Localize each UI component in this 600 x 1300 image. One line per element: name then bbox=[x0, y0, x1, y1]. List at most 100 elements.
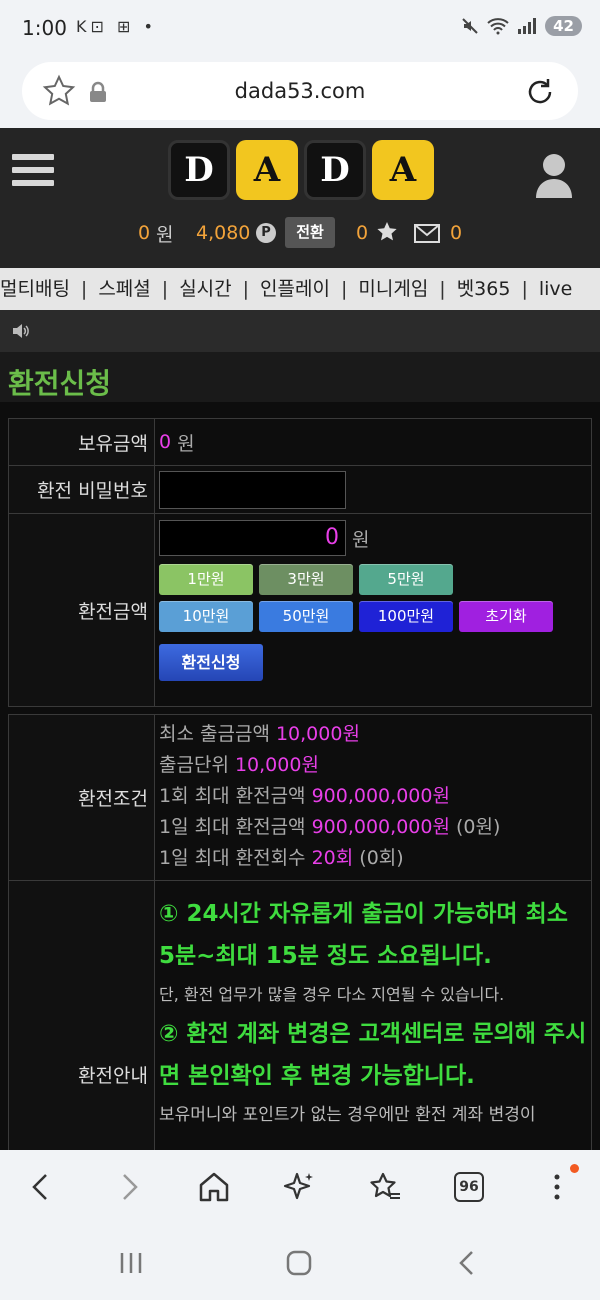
guide-label: 환전안내 bbox=[9, 881, 155, 1150]
home-button-icon[interactable] bbox=[285, 1249, 313, 1277]
status-time: 1:00 bbox=[22, 16, 67, 40]
account-info-row: 0 원 4,080 P 전환 0 0 bbox=[0, 216, 600, 250]
nav-item-live-sports[interactable]: 실시간 bbox=[179, 268, 231, 310]
speaker-icon bbox=[13, 324, 29, 338]
nav-separator: | bbox=[439, 278, 446, 300]
password-row: 환전 비밀번호 bbox=[9, 466, 591, 514]
amount-buttons-row-1: 1만원 3만원 5만원 bbox=[159, 564, 587, 595]
home-icon[interactable] bbox=[197, 1170, 231, 1204]
logo-letter: D bbox=[304, 140, 366, 200]
status-notification-icons: K⊡ ⊞ • bbox=[76, 17, 157, 36]
conditions-label: 환전조건 bbox=[9, 715, 155, 880]
menu-icon[interactable] bbox=[12, 154, 54, 194]
password-cell bbox=[155, 466, 591, 513]
reload-icon[interactable] bbox=[524, 76, 556, 108]
withdraw-info-table: 환전조건 최소 출금금액 10,000원 출금단위 10,000원 1회 최대 … bbox=[8, 714, 592, 1150]
url-bar[interactable]: dada53.com bbox=[22, 62, 578, 120]
forward-icon[interactable] bbox=[112, 1170, 146, 1204]
bookmarks-icon[interactable] bbox=[368, 1170, 402, 1204]
balance-row: 보유금액 0 원 bbox=[9, 419, 591, 466]
conditions-cell: 최소 출금금액 10,000원 출금단위 10,000원 1회 최대 환전금액 … bbox=[155, 715, 591, 880]
nav-item-special[interactable]: 스페셜 bbox=[98, 268, 150, 310]
recents-icon[interactable] bbox=[118, 1250, 144, 1276]
logo-letter: D bbox=[168, 140, 230, 200]
condition-line: 최소 출금금액 10,000원 bbox=[159, 723, 360, 745]
conditions-row: 환전조건 최소 출금금액 10,000원 출금단위 10,000원 1회 최대 … bbox=[9, 715, 591, 881]
browser-toolbar: 96 bbox=[0, 1150, 600, 1230]
guide-paragraph-1: ① 24시간 자유롭게 출금이 가능하며 최소 5분~최대 15분 정도 소요됩… bbox=[159, 901, 568, 969]
system-back-icon[interactable] bbox=[455, 1249, 479, 1277]
site-header: D A D A 0 원 4,080 P 전환 0 0 bbox=[0, 128, 600, 268]
nav-item-inplay[interactable]: 인플레이 bbox=[260, 268, 330, 310]
condition-line: 1일 최대 환전회수 20회 (0회) bbox=[159, 847, 404, 869]
balance-label: 보유금액 bbox=[9, 419, 155, 465]
amount-row: 환전금액 0원 1만원 3만원 5만원 10만원 50만원 100만원 초기화 … bbox=[9, 514, 591, 706]
tabs-icon[interactable]: 96 bbox=[454, 1172, 484, 1202]
amount-label: 환전금액 bbox=[9, 514, 155, 706]
submit-withdraw-button[interactable]: 환전신청 bbox=[159, 644, 263, 681]
add-50k-button[interactable]: 5만원 bbox=[359, 564, 453, 595]
status-right: 42 bbox=[461, 16, 582, 36]
condition-line: 1회 최대 환전금액 900,000,000원 bbox=[159, 785, 450, 807]
star-filled-icon bbox=[377, 222, 397, 241]
star-count: 0 bbox=[356, 222, 369, 244]
guide-note-2: 보유머니와 포인트가 없는 경우에만 환전 계좌 변경이 bbox=[159, 1105, 536, 1125]
nav-separator: | bbox=[242, 278, 250, 300]
amount-buttons-row-2: 10만원 50만원 100만원 초기화 bbox=[159, 601, 587, 632]
balance-value: 0 bbox=[159, 431, 172, 453]
mute-icon bbox=[462, 18, 478, 34]
nav-separator: | bbox=[161, 278, 169, 300]
password-label: 환전 비밀번호 bbox=[9, 466, 155, 513]
convert-button[interactable]: 전환 bbox=[285, 217, 335, 248]
points-value: 4,080 bbox=[196, 222, 251, 244]
nav-separator: | bbox=[340, 278, 348, 300]
guide-row: 환전안내 ① 24시간 자유롭게 출금이 가능하며 최소 5분~최대 15분 정… bbox=[9, 881, 591, 1150]
add-1m-button[interactable]: 100만원 bbox=[359, 601, 453, 632]
system-nav-bar bbox=[0, 1230, 600, 1300]
logo-letter: A bbox=[372, 140, 434, 200]
sparkle-icon[interactable] bbox=[282, 1170, 316, 1204]
withdraw-content: 보유금액 0 원 환전 비밀번호 환전금액 0원 1만원 3만원 5만원 10만… bbox=[0, 402, 600, 1150]
nav-separator: | bbox=[80, 278, 88, 300]
page-title: 환전신청 bbox=[8, 367, 112, 400]
notice-bar bbox=[0, 310, 600, 352]
logo-letter: A bbox=[236, 140, 298, 200]
back-icon[interactable] bbox=[24, 1170, 58, 1204]
site-logo[interactable]: D A D A bbox=[168, 140, 434, 200]
amount-unit: 원 bbox=[352, 528, 370, 551]
notification-dot bbox=[570, 1164, 579, 1173]
nav-separator: | bbox=[521, 278, 528, 300]
nav-menu: 멀티배팅 | 스페셜 | 실시간 | 인플레이 | 미니게임 | 벳365 | live bbox=[0, 268, 600, 310]
amount-input[interactable]: 0 bbox=[159, 520, 346, 556]
guide-cell: ① 24시간 자유롭게 출금이 가능하며 최소 5분~최대 15분 정도 소요됩… bbox=[155, 881, 591, 1150]
nav-item-live[interactable]: live bbox=[539, 268, 573, 310]
condition-line: 출금단위 10,000원 bbox=[159, 754, 319, 776]
password-input[interactable] bbox=[159, 470, 346, 509]
wifi-icon bbox=[487, 18, 509, 35]
status-bar: 1:00 K⊡ ⊞ • 42 bbox=[0, 0, 600, 58]
url-text[interactable]: dada53.com bbox=[22, 79, 578, 103]
money-value: 0 bbox=[138, 222, 151, 244]
add-30k-button[interactable]: 3만원 bbox=[259, 564, 353, 595]
nav-item-minigame[interactable]: 미니게임 bbox=[358, 268, 428, 310]
nav-item-bet365[interactable]: 벳365 bbox=[457, 268, 511, 310]
money-unit: 원 bbox=[156, 223, 174, 246]
guide-paragraph-2: ② 환전 계좌 변경은 고객센터로 문의해 주시면 본인확인 후 변경 가능합니… bbox=[159, 1021, 587, 1089]
balance-unit: 원 bbox=[177, 432, 195, 455]
add-10k-button[interactable]: 1만원 bbox=[159, 564, 253, 595]
page-title-bar: 환전신청 bbox=[0, 352, 600, 402]
condition-line: 1일 최대 환전금액 900,000,000원 (0원) bbox=[159, 816, 501, 838]
point-icon: P bbox=[256, 223, 276, 243]
nav-item-multibet[interactable]: 멀티배팅 bbox=[0, 268, 70, 310]
add-100k-button[interactable]: 10만원 bbox=[159, 601, 253, 632]
amount-cell: 0원 1만원 3만원 5만원 10만원 50만원 100만원 초기화 환전신청 bbox=[155, 514, 591, 706]
user-icon[interactable] bbox=[534, 152, 574, 198]
balance-value-cell: 0 원 bbox=[155, 419, 591, 465]
battery-icon: 42 bbox=[545, 16, 582, 36]
reset-button[interactable]: 초기화 bbox=[459, 601, 553, 632]
mail-count: 0 bbox=[450, 222, 463, 244]
withdraw-form: 보유금액 0 원 환전 비밀번호 환전금액 0원 1만원 3만원 5만원 10만… bbox=[8, 418, 592, 707]
more-icon[interactable] bbox=[540, 1170, 574, 1204]
add-500k-button[interactable]: 50만원 bbox=[259, 601, 353, 632]
mail-icon[interactable] bbox=[414, 224, 440, 243]
